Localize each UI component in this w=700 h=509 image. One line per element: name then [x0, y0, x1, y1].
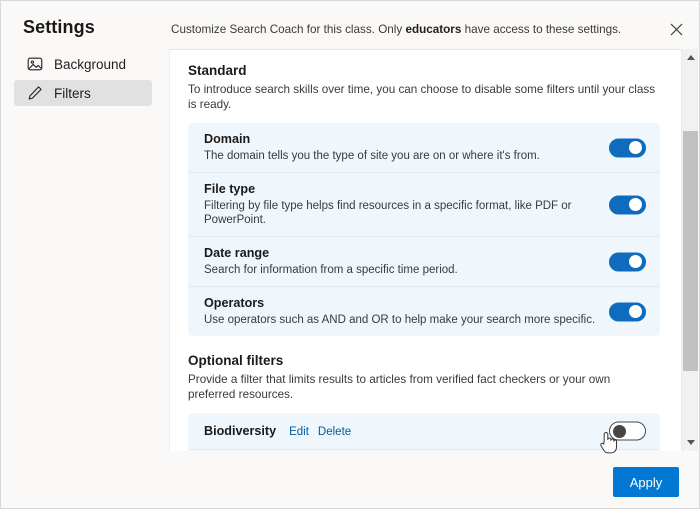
- image-icon: [26, 56, 43, 73]
- toggle-knob: [629, 141, 642, 154]
- header-text-bold: educators: [405, 23, 462, 36]
- sidebar-item-label: Filters: [54, 85, 91, 101]
- standard-section-title: Standard: [188, 63, 247, 78]
- close-icon[interactable]: [661, 15, 691, 43]
- filter-title: Operators: [204, 296, 265, 310]
- toggle-biodiversity[interactable]: [609, 421, 646, 441]
- filter-row-biodiversity: Biodiversity Edit Delete: [188, 413, 660, 449]
- pencil-icon: [26, 85, 43, 102]
- standard-filters-card: Domain The domain tells you the type of …: [188, 123, 660, 336]
- filter-title: File type: [204, 182, 256, 196]
- dialog-footer: Apply: [161, 451, 699, 508]
- row-title-line: Biodiversity Edit Delete: [204, 424, 646, 438]
- row-title-line: Domain: [204, 132, 646, 146]
- sidebar-item-filters[interactable]: Filters: [14, 80, 152, 106]
- sidebar: Settings Background Filters: [1, 1, 161, 508]
- filter-description: Filtering by file type helps find resour…: [204, 200, 572, 226]
- row-title-line: File type: [204, 182, 646, 196]
- header-description: Customize Search Coach for this class. O…: [171, 23, 651, 37]
- vertical-scrollbar[interactable]: [681, 49, 698, 451]
- standard-section-description: To introduce search skills over time, yo…: [188, 83, 656, 111]
- filter-row-domain: Domain The domain tells you the type of …: [188, 123, 660, 172]
- toggle-knob: [629, 255, 642, 268]
- row-title-line: Date range: [204, 246, 646, 260]
- filter-row-operators: Operators Use operators such as AND and …: [188, 286, 660, 336]
- toggle-knob: [629, 198, 642, 211]
- filter-title: Biodiversity: [204, 424, 277, 438]
- filter-title: Date range: [204, 246, 270, 260]
- scrollbar-thumb[interactable]: [683, 131, 698, 371]
- filter-row-date-range: Date range Search for information from a…: [188, 236, 660, 286]
- toggle-domain[interactable]: [609, 138, 646, 157]
- settings-content: Standard To introduce search skills over…: [170, 50, 674, 451]
- delete-biodiversity-link[interactable]: Delete: [318, 426, 351, 438]
- page-title: Settings: [23, 17, 95, 37]
- filter-description: Use operators such as AND and OR to help…: [204, 314, 596, 326]
- scroll-up-arrow-icon[interactable]: [682, 49, 699, 66]
- sidebar-nav: Background Filters: [14, 51, 152, 109]
- toggle-knob: [613, 424, 626, 438]
- filter-description: The domain tells you the type of site yo…: [204, 150, 540, 162]
- filter-row-file-type: File type Filtering by file type helps f…: [188, 172, 660, 236]
- scroll-down-arrow-icon[interactable]: [682, 434, 699, 451]
- edit-biodiversity-link[interactable]: Edit: [289, 426, 309, 438]
- apply-button[interactable]: Apply: [613, 467, 679, 497]
- settings-dialog: Settings Background Filters Customize Se…: [0, 0, 700, 509]
- filter-title: Domain: [204, 132, 251, 146]
- optional-section-title: Optional filters: [188, 353, 284, 368]
- settings-scroll-panel[interactable]: Standard To introduce search skills over…: [169, 49, 691, 451]
- sidebar-item-background[interactable]: Background: [14, 51, 152, 77]
- row-title-line: Operators: [204, 296, 646, 310]
- sidebar-item-label: Background: [54, 56, 127, 72]
- optional-section-description: Provide a filter that limits results to …: [188, 373, 611, 401]
- toggle-knob: [629, 305, 642, 318]
- toggle-operators[interactable]: [609, 302, 646, 321]
- header-text-after: have access to these settings.: [461, 23, 622, 36]
- filter-description: Search for information from a specific t…: [204, 264, 458, 276]
- toggle-date-range[interactable]: [609, 252, 646, 271]
- header-text-before: Customize Search Coach for this class. O…: [171, 23, 406, 36]
- optional-filters-card: Biodiversity Edit Delete Fact check Edit…: [188, 413, 660, 451]
- toggle-file-type[interactable]: [609, 195, 646, 214]
